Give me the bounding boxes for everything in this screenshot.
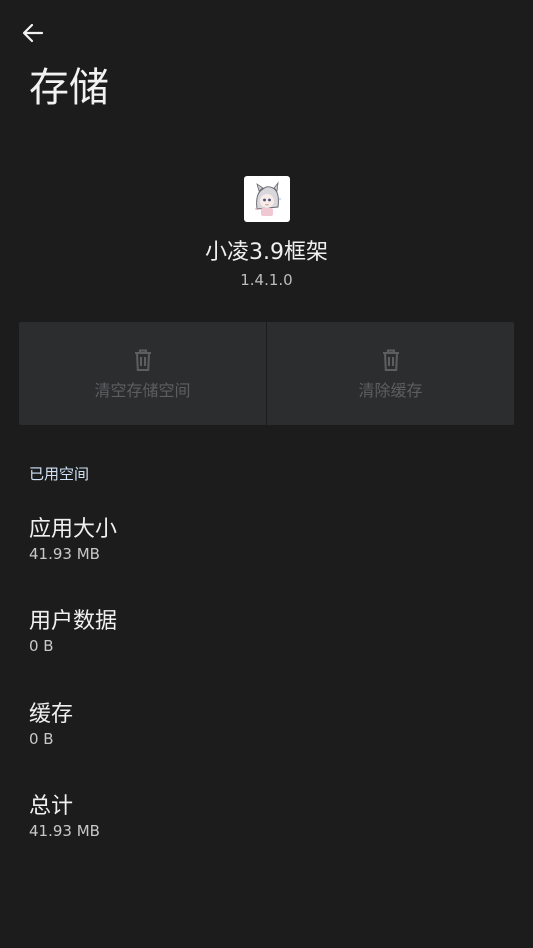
app-icon (243, 176, 290, 222)
stat-total: 总计 41.93 MB (29, 793, 509, 841)
clear-storage-label: 清空存储空间 (94, 381, 191, 400)
trash-icon (134, 349, 151, 371)
stat-value: 41.93 MB (29, 545, 100, 563)
stat-cache: 缓存 0 B (29, 701, 509, 749)
back-button[interactable] (14, 16, 52, 50)
clear-cache-label: 清除缓存 (358, 381, 423, 400)
stat-app-size: 应用大小 41.93 MB (29, 516, 509, 564)
clear-storage-button[interactable]: 清空存储空间 (19, 322, 266, 425)
page-title: 存储 (29, 65, 109, 111)
stat-title: 总计 (29, 794, 74, 819)
section-header-used-space: 已用空间 (29, 465, 90, 483)
stat-title: 用户数据 (29, 609, 118, 634)
arrow-back-icon (22, 23, 44, 43)
stat-title: 缓存 (29, 702, 74, 727)
app-header: 小凌3.9框架 1.4.1.0 (0, 176, 533, 290)
clear-cache-button[interactable]: 清除缓存 (266, 322, 514, 425)
trash-icon (382, 349, 399, 371)
app-name: 小凌3.9框架 (205, 240, 328, 265)
stat-user-data: 用户数据 0 B (29, 608, 509, 656)
storage-actions: 清空存储空间 清除缓存 (19, 322, 514, 425)
app-version: 1.4.1.0 (240, 271, 293, 289)
stat-title: 应用大小 (29, 517, 118, 542)
app-avatar-icon (246, 179, 287, 219)
stat-value: 0 B (29, 730, 54, 748)
stat-value: 0 B (29, 637, 54, 655)
stat-value: 41.93 MB (29, 822, 100, 840)
